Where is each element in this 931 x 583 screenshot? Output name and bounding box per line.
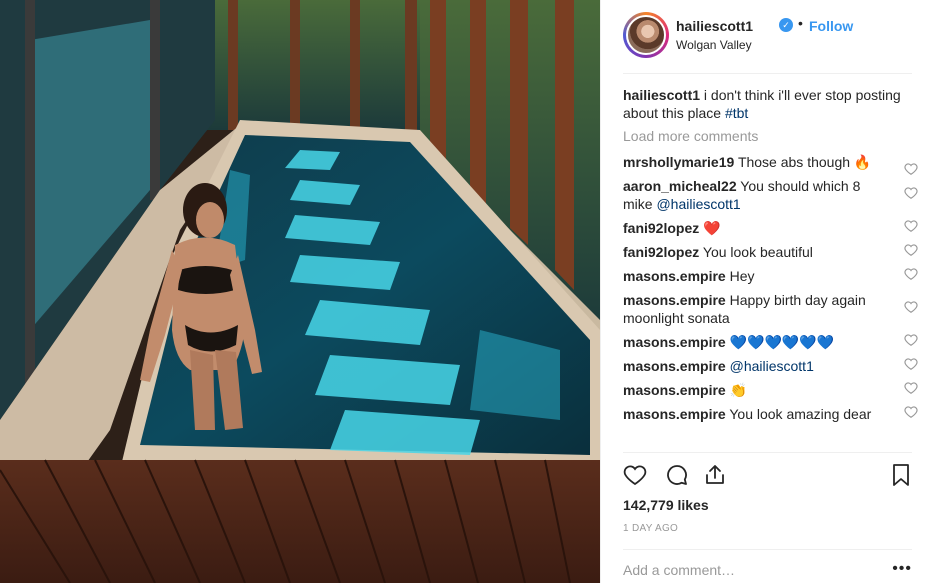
comment-like-heart-icon[interactable] xyxy=(904,381,918,395)
comment-emoji: 💙💙💙💙💙💙 xyxy=(729,334,835,350)
more-options-icon[interactable]: ••• xyxy=(892,560,912,578)
comment-emoji: ❤️ xyxy=(703,220,721,236)
comment-username[interactable]: fani92lopez xyxy=(623,220,699,236)
post-sidebar: hailiescott1 ✓ • Follow Wolgan Valley ha… xyxy=(600,0,931,583)
post-photo[interactable] xyxy=(0,0,600,583)
avatar[interactable] xyxy=(626,15,666,55)
comment-text: You look beautiful xyxy=(702,244,813,260)
comment-item: fani92lopez ❤️ xyxy=(623,219,918,237)
comment-like-heart-icon[interactable] xyxy=(904,162,918,176)
comment-username[interactable]: mrshollymarie19 xyxy=(623,154,734,170)
comment-username[interactable]: masons.empire xyxy=(623,382,726,398)
comment-like-heart-icon[interactable] xyxy=(904,333,918,347)
comment-mention[interactable]: @hailiescott1 xyxy=(656,196,740,212)
add-comment-row: ••• xyxy=(623,549,912,583)
comment-icon[interactable] xyxy=(665,463,689,487)
comment-username[interactable]: masons.empire xyxy=(623,358,726,374)
comments-list[interactable]: hailiescott1 i don't think i'll ever sto… xyxy=(623,86,918,452)
comment-item: masons.empire @hailiescott1 xyxy=(623,357,918,375)
comment-text: Hey xyxy=(729,268,755,284)
comment-username[interactable]: fani92lopez xyxy=(623,244,699,260)
comment-like-heart-icon[interactable] xyxy=(904,405,918,419)
post-timestamp[interactable]: 1 DAY AGO xyxy=(623,523,678,534)
comment-username[interactable]: aaron_micheal22 xyxy=(623,178,737,194)
comment-like-heart-icon[interactable] xyxy=(904,243,918,257)
comment-emoji: 👏 xyxy=(729,382,748,398)
caption-hashtag[interactable]: #tbt xyxy=(725,105,748,121)
separator-dot: • xyxy=(798,15,803,31)
location-link[interactable]: Wolgan Valley xyxy=(676,38,752,52)
comment-item: masons.empire Hey xyxy=(623,267,918,285)
comment-item: masons.empire 👏 xyxy=(623,381,918,399)
comment-item: masons.empire 💙💙💙💙💙💙 xyxy=(623,333,918,351)
comment-item: fani92lopez You look beautiful xyxy=(623,243,918,261)
comment-item: aaron_micheal22 You should which 8 mike … xyxy=(623,177,918,213)
heart-icon[interactable] xyxy=(623,463,647,487)
comment-like-heart-icon[interactable] xyxy=(904,267,918,281)
comment-text: Those abs though xyxy=(737,154,851,170)
comment-like-heart-icon[interactable] xyxy=(904,357,918,371)
post-actions: 142,779 likes 1 DAY AGO ••• xyxy=(623,452,912,582)
load-more-comments-button[interactable]: Load more comments xyxy=(623,127,918,145)
pool-photo-illustration xyxy=(0,0,600,583)
share-icon[interactable] xyxy=(703,463,727,487)
caption-username[interactable]: hailiescott1 xyxy=(623,87,700,103)
add-comment-input[interactable] xyxy=(623,562,883,578)
comment-like-heart-icon[interactable] xyxy=(904,300,918,314)
post-caption: hailiescott1 i don't think i'll ever sto… xyxy=(623,86,918,122)
header-username[interactable]: hailiescott1 xyxy=(676,18,753,34)
comment-item: masons.empire You look amazing dear xyxy=(623,405,918,423)
comment-username[interactable]: masons.empire xyxy=(623,268,726,284)
comment-username[interactable]: masons.empire xyxy=(623,334,726,350)
bookmark-icon[interactable] xyxy=(889,463,913,487)
likes-count[interactable]: 142,779 likes xyxy=(623,497,709,513)
avatar-story-ring[interactable] xyxy=(623,12,669,58)
comment-username[interactable]: masons.empire xyxy=(623,292,726,308)
comment-text: You look amazing dear xyxy=(729,406,872,422)
post-header: hailiescott1 ✓ • Follow Wolgan Valley xyxy=(623,12,912,74)
comment-emoji: 🔥 xyxy=(853,154,872,170)
comment-item: mrshollymarie19 Those abs though 🔥 xyxy=(623,153,918,175)
comment-like-heart-icon[interactable] xyxy=(904,186,918,200)
comment-username[interactable]: masons.empire xyxy=(623,406,726,422)
comment-item: masons.empire Happy birth day again moon… xyxy=(623,291,918,327)
verified-badge-icon: ✓ xyxy=(779,18,793,32)
comment-mention[interactable]: @hailiescott1 xyxy=(730,358,814,374)
comment-like-heart-icon[interactable] xyxy=(904,219,918,233)
follow-button[interactable]: Follow xyxy=(809,18,853,34)
